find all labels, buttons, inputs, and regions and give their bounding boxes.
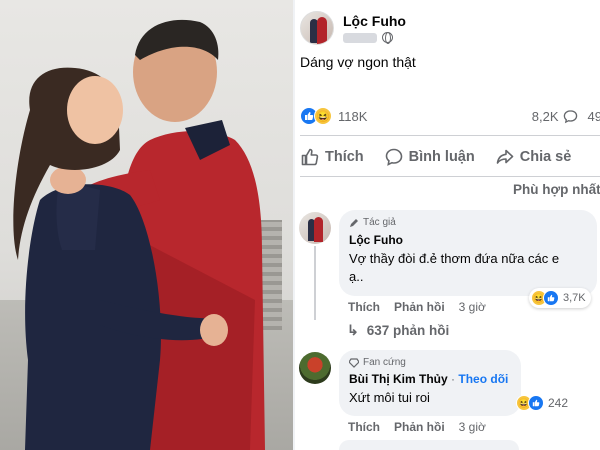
comment-author-name[interactable]: Lộc Fuho bbox=[349, 233, 587, 247]
separator-bottom bbox=[300, 176, 600, 177]
comment-reaction-count: 242 bbox=[548, 396, 569, 410]
comment-reply-link[interactable]: Phản hồi bbox=[394, 300, 445, 314]
comment-count[interactable]: 8,2K bbox=[532, 109, 559, 124]
follow-button[interactable]: Theo dõi bbox=[458, 372, 508, 386]
diamond-icon bbox=[349, 357, 359, 368]
thumb-up-icon bbox=[301, 148, 319, 166]
pen-icon bbox=[350, 218, 358, 227]
globe-icon bbox=[382, 32, 393, 44]
comment-avatar-author[interactable] bbox=[299, 212, 331, 244]
share-count[interactable]: 49 bbox=[588, 109, 600, 124]
comment-user-name: Bùi Thị Kim Thủy · Theo dõi bbox=[349, 372, 509, 386]
commenter-name[interactable]: Bùi Thị Kim Thủy bbox=[349, 372, 448, 386]
comment-bubble-user: Fan cứng Bùi Thị Kim Thủy · Theo dõi Xứt… bbox=[339, 350, 521, 416]
haha-reaction-icon: 😆 bbox=[314, 107, 332, 125]
blurred-timestamp bbox=[343, 32, 377, 43]
thread-line bbox=[314, 246, 316, 320]
comment-avatar-user[interactable] bbox=[299, 352, 331, 384]
like-reaction-icon bbox=[543, 290, 559, 306]
comment-label: Bình luận bbox=[408, 149, 475, 165]
share-label: Chia sẻ bbox=[519, 149, 572, 165]
comment-actions: Thích Phản hồi 3 giờ bbox=[348, 300, 486, 314]
fan-badge: Fan cứng bbox=[349, 357, 511, 368]
separator-top bbox=[300, 135, 600, 136]
comment-like-link[interactable]: Thích bbox=[348, 420, 380, 434]
comment-actions-user: Thích Phản hồi 3 giờ bbox=[348, 420, 486, 434]
comment-text: Xứt môi tui roi bbox=[349, 390, 430, 405]
like-reaction-icon bbox=[528, 395, 544, 411]
post-actions: Thích Bình luận Chia sẻ bbox=[300, 143, 600, 171]
post-caption: Dáng vợ ngon thật bbox=[300, 54, 416, 70]
like-label: Thích bbox=[325, 149, 364, 165]
like-button[interactable]: Thích bbox=[300, 147, 364, 167]
reaction-count[interactable]: 118K bbox=[338, 109, 367, 124]
post-author-name[interactable]: Lộc Fuho bbox=[343, 13, 406, 29]
comment-reactions[interactable]: 😆 3,7K bbox=[529, 288, 591, 308]
comment-like-link[interactable]: Thích bbox=[348, 300, 380, 314]
comment-button[interactable]: Bình luận bbox=[384, 147, 475, 167]
view-replies-link[interactable]: ↳ 637 phản hồi bbox=[347, 322, 449, 339]
comment-sort-dropdown[interactable]: Phù hợp nhất bbox=[513, 182, 600, 197]
comment-bubble-author: Tác giả Lộc Fuho Vợ thầy đòi đ.ẻ thơm đứ… bbox=[339, 210, 597, 296]
reply-arrow-icon: ↳ bbox=[347, 322, 359, 338]
comment-time: 3 giờ bbox=[458, 300, 486, 314]
comment-time: 3 giờ bbox=[458, 420, 486, 434]
comment-icon bbox=[385, 148, 402, 166]
share-button[interactable]: Chia sẻ bbox=[495, 147, 572, 167]
comment-text-line2: ạ.. bbox=[349, 269, 364, 284]
comment-text-line1: Vợ thầy đòi đ.ẻ thơm đứa nữa các e bbox=[349, 251, 560, 266]
share-icon bbox=[496, 149, 514, 164]
next-comment-bubble bbox=[339, 440, 519, 450]
post-photo[interactable] bbox=[0, 0, 293, 450]
comment-count-icon bbox=[563, 109, 577, 123]
comment-reactions-user[interactable]: 😆 242 bbox=[514, 393, 573, 413]
couple-illustration bbox=[13, 19, 265, 450]
comment-reply-link[interactable]: Phản hồi bbox=[394, 420, 445, 434]
comment-reaction-count: 3,7K bbox=[563, 292, 586, 304]
post-panel: Lộc Fuho Dáng vợ ngon thật 😆 118K 8,2K 4… bbox=[295, 0, 600, 450]
post-header: Lộc Fuho bbox=[300, 6, 406, 50]
reactions-bar: 😆 118K 8,2K 49 bbox=[300, 104, 600, 128]
author-avatar[interactable] bbox=[300, 11, 334, 45]
author-badge: Tác giả bbox=[349, 217, 587, 228]
